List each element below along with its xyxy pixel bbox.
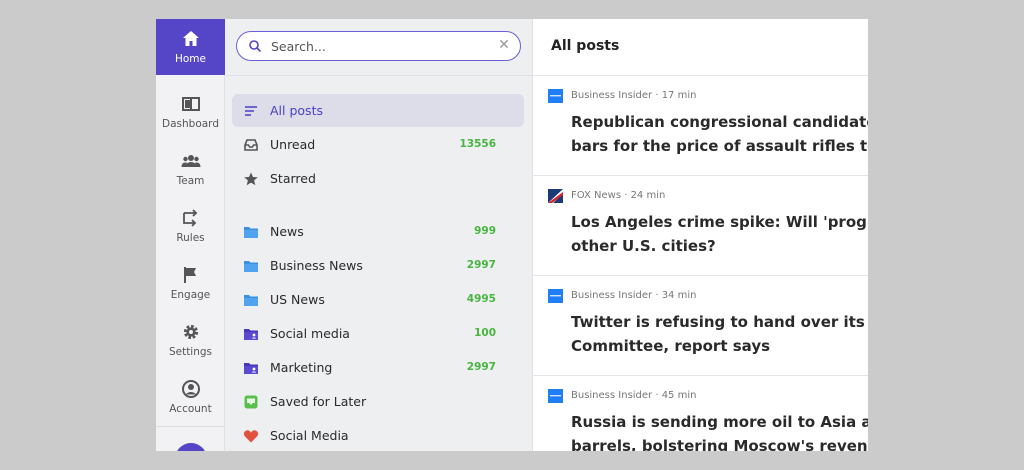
nav-team-label: Team [176,175,205,187]
search-box: ✕ [236,31,521,61]
post-source: Business Insider · 34 min [571,290,697,301]
post-title: Russia is sending more oil to Asia as Cl… [571,410,868,451]
post-title-line: Twitter is refusing to hand over its int… [571,313,868,331]
feed-item-label: Starred [270,171,316,186]
feed-item-label: Unread [270,137,316,152]
search-icon [249,40,262,53]
page-title: All posts [551,38,620,54]
post-item[interactable]: Business Insider · 34 min Twitter is ref… [533,276,868,376]
flag-icon [183,267,196,283]
feed-item-marketing[interactable]: Marketing 2997 [232,351,524,384]
feed-item-unread[interactable]: Unread 13556 [232,128,524,161]
nav-divider [156,426,225,427]
feed-item-saved-for-later[interactable]: Saved for Later [232,385,524,418]
home-icon [182,31,199,46]
business-insider-icon [548,289,563,303]
feed-item-starred[interactable]: Starred [232,162,524,195]
feed-item-label: Business News [270,258,363,273]
feed-item-news[interactable]: News 999 [232,215,524,248]
nav-settings[interactable]: Settings [156,312,225,368]
list-icon [245,106,257,116]
account-icon [181,380,200,398]
feed-count: 2997 [466,259,496,271]
rules-icon [182,209,197,227]
posts-panel: All posts Business Insider · 17 min Repu… [533,19,868,451]
post-title-line: other U.S. cities? [571,237,716,255]
nav-dashboard[interactable]: Dashboard [156,84,225,140]
nav-dashboard-label: Dashboard [162,118,219,130]
feed-item-us-news[interactable]: US News 4995 [232,283,524,316]
inbox-icon [244,139,258,151]
saved-tray-icon [244,395,258,409]
folder-icon [244,227,258,238]
post-source: Business Insider · 45 min [571,390,697,401]
nav-home-label: Home [174,53,206,65]
clear-search-icon[interactable]: ✕ [497,37,511,53]
post-title-line: barrels, bolstering Moscow's revenues [571,437,868,451]
post-title: Twitter is refusing to hand over its int… [571,310,868,358]
feed-item-business-news[interactable]: Business News 2997 [232,249,524,282]
feed-count: 13556 [459,138,496,150]
post-title-line: Committee, report says [571,337,771,355]
post-item[interactable]: Business Insider · 17 min Republican con… [533,76,868,176]
gear-icon [183,324,198,340]
feed-item-social-media-folder[interactable]: Social media 100 [232,317,524,350]
nav-rail: Home Dashboard Team Rules Engage Setting… [156,19,225,451]
nav-rules[interactable]: Rules [156,198,225,254]
feed-item-label: All posts [270,103,323,118]
star-icon [244,172,258,186]
feed-count: 999 [474,225,496,237]
feed-item-label: Social Media [270,428,349,443]
feed-item-label: Saved for Later [270,394,367,409]
feed-count: 2997 [466,361,496,373]
post-source: Business Insider · 17 min [571,90,697,101]
post-title-line: bars for the price of assault rifles to … [571,137,868,155]
app-window: Home Dashboard Team Rules Engage Setting… [156,19,868,451]
nav-team[interactable]: Team [156,141,225,197]
post-title-line: Los Angeles crime spike: Will 'progress [571,213,868,231]
dashboard-icon [181,97,200,111]
feed-count: 100 [474,327,496,339]
nav-home[interactable]: Home [156,19,225,75]
business-insider-icon [548,89,563,103]
feed-item-label: Marketing [270,360,333,375]
folder-person-icon [244,363,258,374]
fox-news-icon [548,189,563,203]
avatar[interactable] [175,443,207,451]
post-title-line: Republican congressional candidate su [571,113,868,131]
nav-engage[interactable]: Engage [156,255,225,311]
feeds-panel: ✕ All posts Unread 13556 Starred News 99… [225,19,533,451]
feed-item-label: Social media [270,326,350,341]
post-source: FOX News · 24 min [571,190,666,201]
team-icon [181,155,200,167]
search-input[interactable] [271,37,491,55]
business-insider-icon [548,389,563,403]
nav-engage-label: Engage [170,289,211,301]
post-title: Los Angeles crime spike: Will 'progress … [571,210,868,258]
nav-account-label: Account [169,403,212,415]
post-item[interactable]: Business Insider · 45 min Russia is send… [533,376,868,451]
feed-item-social-media-liked[interactable]: Social Media [232,419,524,451]
post-item[interactable]: FOX News · 24 min Los Angeles crime spik… [533,176,868,276]
nav-rules-label: Rules [176,232,205,244]
feeds-divider [225,75,533,76]
folder-icon [244,295,258,306]
heart-icon [243,430,259,443]
post-title-line: Russia is sending more oil to Asia as Cl [571,413,868,431]
feed-count: 4995 [466,293,496,305]
folder-person-icon [244,329,258,340]
nav-settings-label: Settings [168,346,213,358]
post-title: Republican congressional candidate su ba… [571,110,868,158]
feed-item-all-posts[interactable]: All posts [232,94,524,127]
feed-item-label: US News [270,292,325,307]
feed-item-label: News [270,224,304,239]
folder-icon [244,261,258,272]
nav-account[interactable]: Account [156,369,225,425]
